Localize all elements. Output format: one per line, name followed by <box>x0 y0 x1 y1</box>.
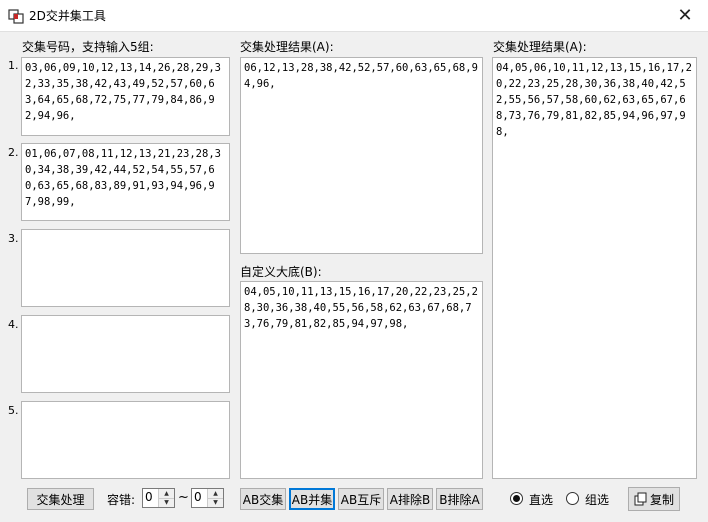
group-input-4[interactable] <box>21 315 230 393</box>
ab-intersection-button[interactable]: AB交集 <box>240 488 286 510</box>
stepper-arrows[interactable]: ▲ ▼ <box>207 489 223 507</box>
stepper-arrows[interactable]: ▲ ▼ <box>158 489 174 507</box>
groups-header: 交集号码，支持输入5组: <box>22 40 154 54</box>
group-input-1[interactable]: 03,06,09,10,12,13,14,26,28,29,32,33,35,3… <box>21 57 230 136</box>
close-icon[interactable]: ✕ <box>662 0 708 31</box>
radio-group-label: 组选 <box>585 493 610 507</box>
group-number-4: 4. <box>8 318 19 331</box>
down-arrow-icon[interactable]: ▼ <box>208 498 223 507</box>
b-exclude-a-button[interactable]: B排除A <box>436 488 483 510</box>
copy-button-label: 复制 <box>649 492 674 507</box>
group-input-3[interactable] <box>21 229 230 307</box>
radio-selected-dot <box>513 495 520 502</box>
tolerance-min-stepper[interactable]: 0 ▲ ▼ <box>142 488 175 508</box>
down-arrow-icon[interactable]: ▼ <box>159 498 174 507</box>
process-button[interactable]: 交集处理 <box>27 488 94 510</box>
radio-direct-label: 直选 <box>529 493 554 507</box>
group-number-5: 5. <box>8 404 19 417</box>
copy-icon <box>634 492 647 506</box>
radio-direct[interactable] <box>510 492 523 505</box>
custom-base-box[interactable]: 04,05,10,11,13,15,16,17,20,22,23,25,28,3… <box>240 281 483 479</box>
group-number-2: 2. <box>8 146 19 159</box>
tolerance-separator: ~ <box>178 490 189 505</box>
group-number-3: 3. <box>8 232 19 245</box>
tolerance-max-stepper[interactable]: 0 ▲ ▼ <box>191 488 224 508</box>
group-input-2[interactable]: 01,06,07,08,11,12,13,21,23,28,30,34,38,3… <box>21 143 230 221</box>
custom-base-label: 自定义大底(B): <box>240 265 322 279</box>
radio-group[interactable] <box>566 492 579 505</box>
group-number-1: 1. <box>8 59 19 72</box>
copy-button[interactable]: 复制 <box>628 487 680 511</box>
final-result-label: 交集处理结果(A): <box>493 40 587 54</box>
group-input-5[interactable] <box>21 401 230 479</box>
a-exclude-b-button[interactable]: A排除B <box>387 488 433 510</box>
tolerance-max-value: 0 <box>194 490 202 504</box>
window-title: 2D交并集工具 <box>29 9 106 23</box>
ab-union-button[interactable]: AB并集 <box>289 488 335 510</box>
tolerance-min-value: 0 <box>145 490 153 504</box>
tolerance-label: 容错: <box>107 493 136 507</box>
final-result-box[interactable]: 04,05,06,10,11,12,13,15,16,17,20,22,23,2… <box>492 57 697 479</box>
title-bar: 2D交并集工具 ✕ <box>0 0 708 32</box>
intersection-result-label: 交集处理结果(A): <box>240 40 334 54</box>
app-icon <box>8 9 24 24</box>
intersection-result-box[interactable]: 06,12,13,28,38,42,52,57,60,63,65,68,94,9… <box>240 57 483 254</box>
ab-exclusive-button[interactable]: AB互斥 <box>338 488 384 510</box>
